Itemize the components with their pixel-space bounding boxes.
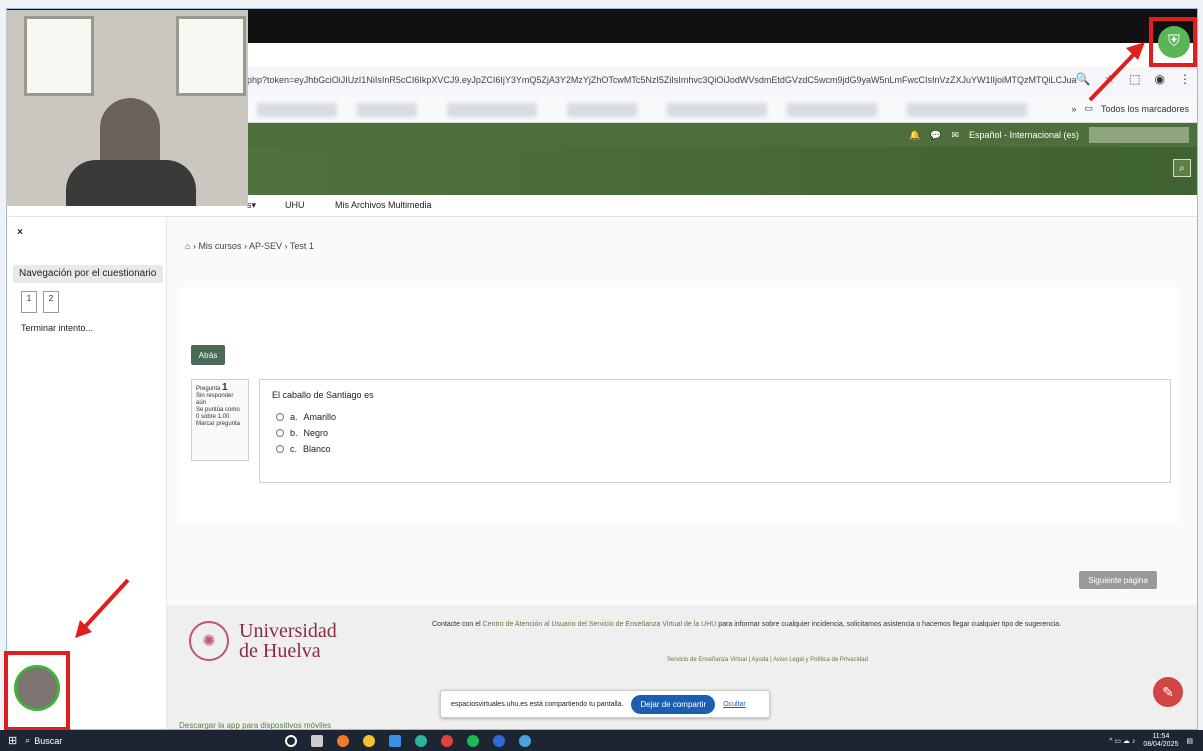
app-icon[interactable]: [415, 734, 428, 747]
chrome-icon[interactable]: [363, 734, 376, 747]
stop-sharing-button[interactable]: Dejar de compartir: [631, 694, 716, 714]
screen: php?token=eyJhbGciOiJIUzI1NiIsInR5cCI6Ik…: [0, 0, 1203, 751]
hide-share-bar-link[interactable]: Ocultar: [723, 701, 746, 708]
clock-time: 11:54: [1152, 732, 1170, 740]
system-tray: ^ ▭ ☁ ♪ 11:54 08/04/2025 ▤: [1109, 733, 1193, 749]
tray-icons[interactable]: ^ ▭ ☁ ♪: [1109, 737, 1135, 745]
spotify-icon[interactable]: [467, 734, 480, 747]
clock[interactable]: 11:54 08/04/2025: [1143, 733, 1178, 749]
app-icon[interactable]: [441, 734, 454, 747]
notifications-icon[interactable]: ▤: [1186, 737, 1193, 745]
task-view-icon[interactable]: [311, 734, 324, 747]
taskbar-apps: [285, 734, 532, 747]
app-icon[interactable]: [493, 734, 506, 747]
arrow-bottom: [80, 578, 130, 632]
taskbar-search[interactable]: ⌕ Buscar: [25, 735, 215, 746]
avatar[interactable]: [14, 665, 60, 711]
cortana-icon[interactable]: [285, 734, 298, 747]
clock-date: 08/04/2025: [1143, 740, 1179, 748]
windows-taskbar: ⊞ ⌕ Buscar ^ ▭ ☁ ♪ 11:54 08/04/2025 ▤: [0, 730, 1203, 751]
edge-icon[interactable]: [519, 734, 532, 747]
share-message: espaciosvirtuales.uhu.es está compartien…: [451, 700, 624, 708]
arrow-top: [1088, 48, 1140, 102]
screen-share-bar: espaciosvirtuales.uhu.es está compartien…: [440, 690, 770, 718]
annotation-arrows: [75, 42, 1145, 638]
firefox-icon[interactable]: [337, 734, 350, 747]
explorer-icon[interactable]: [389, 734, 402, 747]
webcam-thumbnail-highlight: [4, 651, 70, 731]
windows-start-icon[interactable]: ⊞: [8, 734, 17, 747]
taskbar-search-label: Buscar: [34, 735, 63, 746]
search-icon: ⌕: [25, 735, 31, 745]
